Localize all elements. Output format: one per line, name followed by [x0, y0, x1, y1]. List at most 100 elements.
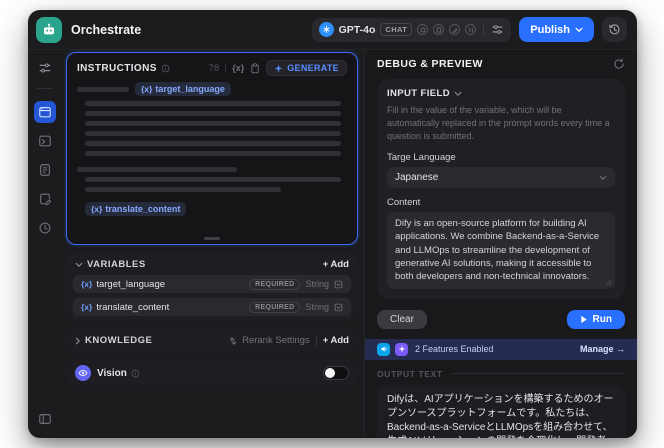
rail-tune-icon[interactable] [34, 57, 56, 79]
capability-icon [433, 24, 445, 35]
skeleton-line [85, 151, 341, 156]
rail-divider [37, 88, 53, 89]
model-selector[interactable]: GPT-4o CHAT [311, 17, 512, 42]
target-language-select[interactable]: Japanese [387, 167, 615, 189]
variable-type: String [305, 279, 329, 289]
variable-braces-icon: {x} [91, 204, 103, 214]
variable-braces-icon: {x} [81, 302, 93, 312]
variable-chip-label: translate_content [105, 204, 181, 214]
info-circle-icon [161, 64, 170, 72]
rerank-label: Rerank Settings [242, 335, 310, 346]
clock-icon [39, 222, 51, 234]
debug-preview-panel: DEBUG & PREVIEW INPUT FIELD Fill in the … [364, 50, 637, 438]
variable-row[interactable]: {x} target_language REQUIRED String [73, 275, 351, 293]
skeleton-line [85, 141, 341, 146]
variable-chip[interactable]: {x} translate_content [85, 202, 187, 216]
sidebar-item-prompt[interactable] [34, 130, 56, 152]
instructions-content: {x} target_language {x} translate_conten… [77, 82, 347, 217]
input-field-description: Fill in the value of the variable, which… [387, 105, 610, 142]
skeleton-line [85, 131, 341, 136]
sidebar-item-monitoring[interactable] [34, 217, 56, 239]
capability-icon [417, 24, 429, 35]
divider [450, 373, 625, 375]
chevron-down-icon [575, 27, 583, 32]
skeleton-line [85, 187, 281, 192]
sidebar-item-annotation[interactable] [34, 188, 56, 210]
publish-button[interactable]: Publish [519, 17, 594, 42]
content-label: Content [387, 197, 421, 209]
version-history-button[interactable] [602, 17, 627, 42]
skeleton-line [85, 177, 341, 182]
variable-name: target_language [96, 278, 166, 290]
variable-braces-icon[interactable]: {x} [232, 63, 244, 73]
variable-chip-label: target_language [155, 84, 225, 94]
content-textarea[interactable]: Dify is an open-source platform for buil… [387, 212, 615, 289]
run-button[interactable]: Run [566, 309, 625, 329]
annotation-icon [40, 193, 52, 206]
sidebar-item-orchestrate[interactable] [34, 101, 56, 123]
variable-chip[interactable]: {x} target_language [135, 82, 231, 96]
output-card: Difyは、AIアプリケーションを構築するためのオープンソースプラットフォームで… [377, 384, 625, 438]
variables-title: VARIABLES [87, 259, 146, 270]
variable-name: translate_content [96, 301, 170, 313]
target-language-label: Targe Language [387, 152, 456, 164]
eye-icon [75, 365, 91, 381]
content-value: Dify is an open-source platform for buil… [395, 218, 600, 283]
chevron-down-icon[interactable] [75, 262, 83, 268]
feature-more-icon [395, 342, 408, 356]
skeleton-line [77, 167, 237, 172]
clear-button[interactable]: Clear [377, 309, 427, 329]
features-enabled-text: 2 Features Enabled [415, 344, 494, 355]
refresh-button[interactable] [613, 58, 625, 70]
refresh-icon [614, 58, 624, 69]
capability-icon [449, 24, 461, 35]
debug-title: DEBUG & PREVIEW [377, 58, 483, 70]
required-badge: REQUIRED [249, 278, 301, 290]
page-title: Orchestrate [71, 22, 142, 37]
app-window: Orchestrate GPT-4o CHAT Publish INSTRUCT… [28, 10, 637, 438]
skeleton-line [85, 121, 341, 126]
type-dropdown-icon[interactable] [334, 303, 343, 312]
play-icon [580, 315, 587, 323]
vision-toggle[interactable] [323, 366, 349, 380]
chat-mode-badge: CHAT [380, 23, 413, 36]
add-variable-button[interactable]: + Add [323, 259, 349, 270]
clipboard-icon[interactable] [250, 62, 260, 74]
required-badge: REQUIRED [249, 301, 301, 313]
variable-type: String [305, 302, 329, 312]
rerank-settings-button[interactable]: Rerank Settings [228, 335, 310, 346]
collapse-panel-icon[interactable] [34, 408, 56, 430]
type-dropdown-icon[interactable] [334, 280, 343, 289]
variable-braces-icon: {x} [81, 279, 93, 289]
sidebar-item-logs[interactable] [34, 159, 56, 181]
capability-icon [465, 24, 477, 35]
input-field-card: INPUT FIELD Fill in the value of the var… [377, 79, 625, 299]
instructions-title: INSTRUCTIONS [77, 62, 157, 74]
desktop-canvas: Orchestrate GPT-4o CHAT Publish INSTRUCT… [0, 0, 664, 448]
add-knowledge-button[interactable]: + Add [323, 335, 349, 346]
vision-label: Vision [97, 367, 127, 379]
app-robot-icon [36, 16, 62, 43]
skeleton-line [85, 101, 341, 106]
resize-drag-handle[interactable] [204, 237, 220, 240]
generate-label: GENERATE [287, 63, 339, 73]
run-label: Run [592, 313, 612, 325]
manage-features-link[interactable]: Manage → [580, 344, 625, 354]
variable-row[interactable]: {x} translate_content REQUIRED String [73, 298, 351, 316]
model-tune-icon[interactable] [491, 23, 504, 36]
skeleton-line [77, 86, 129, 92]
output-text-title: OUTPUT TEXT [377, 368, 443, 379]
model-name: GPT-4o [338, 23, 376, 36]
features-bar[interactable]: 2 Features Enabled Manage → [365, 338, 637, 360]
target-language-value: Japanese [395, 172, 439, 184]
knowledge-title: KNOWLEDGE [85, 335, 153, 346]
rerank-icon [229, 336, 237, 345]
arrow-right-icon: → [616, 344, 625, 355]
chevron-down-icon[interactable] [454, 91, 462, 97]
terminal-icon [39, 135, 51, 147]
manage-label: Manage [579, 344, 614, 355]
generate-button[interactable]: GENERATE [266, 60, 347, 76]
resize-handle-icon[interactable] [605, 279, 612, 286]
instructions-panel[interactable]: INSTRUCTIONS 78 {x} GENERATE {x} target_… [66, 52, 358, 245]
chevron-right-icon[interactable] [75, 337, 81, 345]
